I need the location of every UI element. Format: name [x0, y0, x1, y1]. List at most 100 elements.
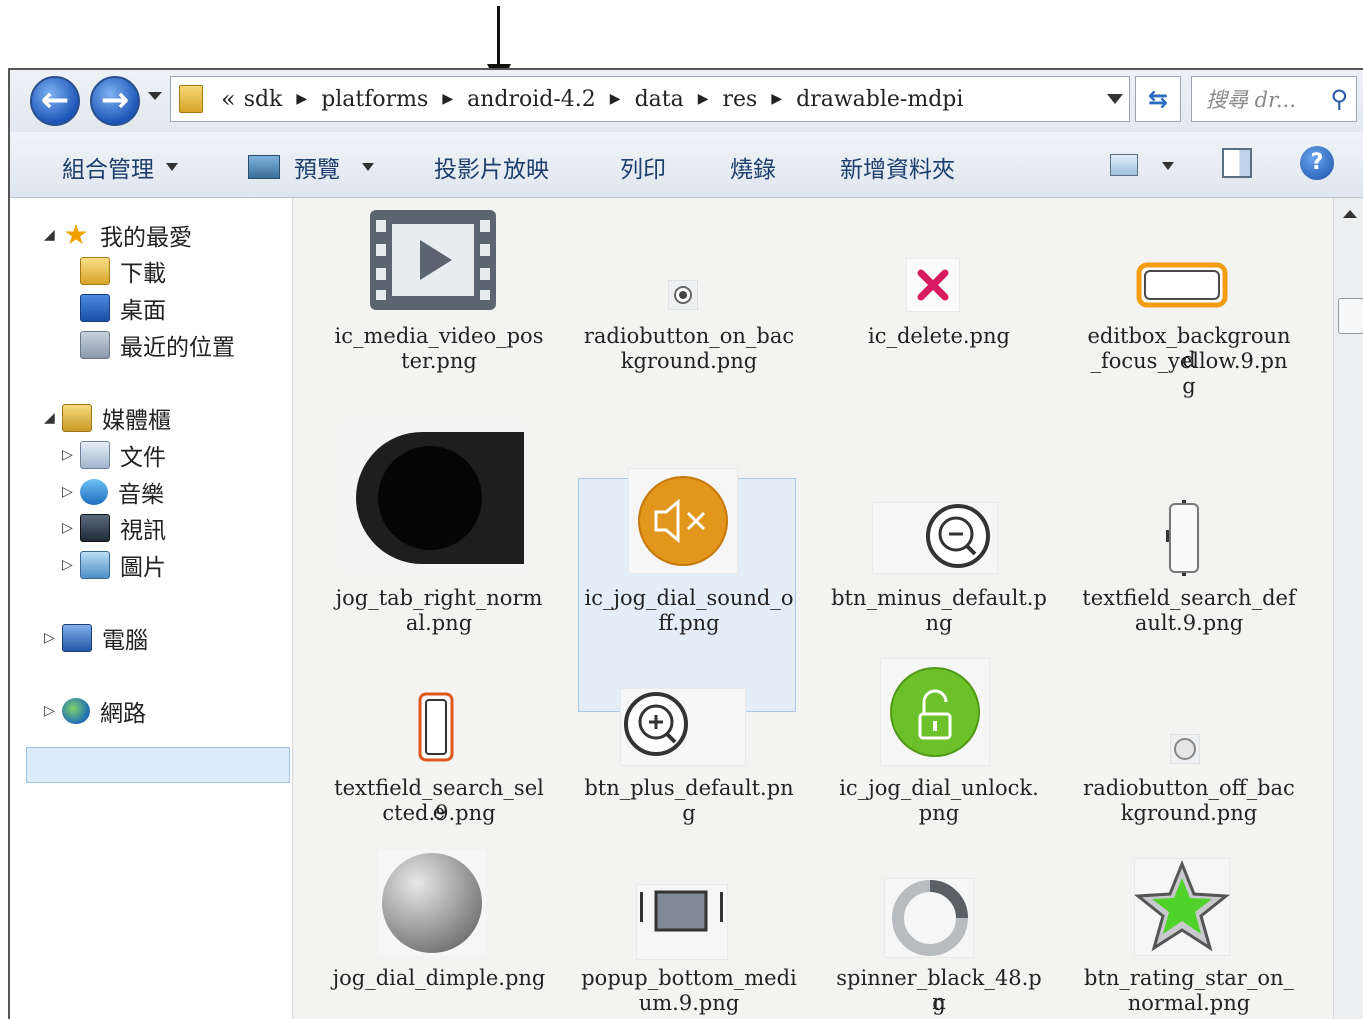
- collapsed-triangle-icon[interactable]: ▷: [44, 630, 62, 646]
- refresh-button[interactable]: ⇆: [1135, 76, 1181, 122]
- textfield-search-default-icon[interactable]: [1166, 500, 1202, 576]
- search-box[interactable]: 搜尋 dr... ⚲: [1191, 76, 1357, 122]
- scroll-up-icon[interactable]: [1343, 210, 1357, 218]
- collapsed-triangle-icon[interactable]: ▷: [62, 447, 80, 463]
- video-poster-icon[interactable]: [370, 210, 496, 310]
- preview-button[interactable]: 預覽: [248, 150, 374, 184]
- jog-dial-unlock-icon[interactable]: [880, 658, 990, 766]
- file-name-label: al.png: [405, 611, 473, 635]
- collapsed-triangle-icon[interactable]: ▷: [44, 703, 62, 719]
- nav-videos[interactable]: ▷ 視訊: [62, 511, 166, 545]
- organize-label: 組合管理: [62, 157, 154, 183]
- recent-pages-dropdown[interactable]: [148, 92, 162, 100]
- command-bar: 組合管理 預覽 投影片放映 列印 燒錄 新增資料夾 ?: [10, 132, 1363, 198]
- nav-downloads[interactable]: 下載: [80, 254, 166, 288]
- nav-favorites-label: 我的最愛: [100, 225, 192, 251]
- jog-dial-sound-off-icon[interactable]: [628, 468, 738, 574]
- collapsed-triangle-icon[interactable]: ▷: [62, 484, 80, 500]
- breadcrumb-data[interactable]: data: [635, 87, 684, 112]
- change-view-icon[interactable]: [1110, 154, 1138, 176]
- breadcrumb-drawable-mdpi[interactable]: drawable-mdpi: [796, 87, 963, 112]
- editbox-focus-yellow-icon[interactable]: [1136, 262, 1228, 308]
- breadcrumb-platforms[interactable]: platforms: [321, 87, 428, 112]
- plus-zoom-icon[interactable]: [620, 688, 746, 766]
- jog-dial-dimple-icon[interactable]: [378, 850, 486, 956]
- search-icon[interactable]: ⚲: [1330, 85, 1348, 113]
- collapsed-triangle-icon[interactable]: ▷: [62, 557, 80, 573]
- recent-places-icon: [80, 331, 110, 359]
- file-name-label: kground.png: [620, 349, 758, 373]
- search-placeholder: 搜尋 dr...: [1206, 88, 1296, 112]
- annotation-arrow-line: [497, 6, 500, 68]
- radiobutton-off-icon[interactable]: [1170, 734, 1200, 764]
- file-name-label: ff.png: [658, 611, 720, 635]
- file-name-label: cted.9.png: [382, 801, 496, 825]
- textfield-search-selected-icon[interactable]: [414, 688, 458, 766]
- nav-network[interactable]: ▷ 網路: [44, 694, 146, 728]
- back-button[interactable]: ←: [30, 76, 80, 126]
- file-name-label: kground.png: [1120, 801, 1258, 825]
- chevron-down-icon[interactable]: [362, 163, 374, 171]
- nav-desktop[interactable]: 桌面: [80, 291, 166, 325]
- rating-star-on-icon[interactable]: [1134, 858, 1230, 956]
- burn-button[interactable]: 燒錄: [730, 150, 776, 184]
- breadcrumb-overflow[interactable]: «: [221, 85, 236, 113]
- file-name-label: ic_jog_dial_sound_o: [584, 586, 794, 610]
- address-history-dropdown-icon[interactable]: [1107, 94, 1123, 104]
- nav-documents[interactable]: ▷ 文件: [62, 438, 166, 472]
- nav-recent-places[interactable]: 最近的位置: [80, 328, 235, 362]
- libraries-icon: [62, 404, 92, 432]
- breadcrumb-separator-icon[interactable]: ▶: [698, 91, 709, 107]
- file-name-label: radiobutton_off_bac: [1083, 776, 1295, 800]
- file-name-label: popup_bottom_medi: [581, 966, 797, 990]
- breadcrumb-android[interactable]: android-4.2: [467, 87, 596, 112]
- nav-libraries[interactable]: ◢ 媒體櫃: [44, 401, 171, 435]
- pictures-icon: [80, 551, 110, 579]
- minus-zoom-icon[interactable]: [872, 502, 998, 574]
- file-name-label: _focus_yellow.9.pn: [1090, 349, 1288, 373]
- file-name-label: g: [932, 991, 946, 1015]
- nav-pictures[interactable]: ▷ 圖片: [62, 548, 166, 582]
- forward-button[interactable]: →: [90, 76, 140, 126]
- jog-tab-right-normal-icon[interactable]: [342, 422, 524, 572]
- help-icon[interactable]: ?: [1300, 146, 1334, 180]
- address-input[interactable]: « sdk ▶ platforms ▶ android-4.2 ▶ data ▶…: [170, 76, 1130, 122]
- preview-pane-icon[interactable]: [1222, 148, 1252, 178]
- preview-label: 預覽: [294, 157, 340, 183]
- breadcrumb-res[interactable]: res: [723, 87, 758, 112]
- nav-computer[interactable]: ▷ 電腦: [44, 621, 148, 655]
- breadcrumb-sdk[interactable]: sdk: [244, 87, 283, 112]
- slideshow-button[interactable]: 投影片放映: [434, 150, 549, 184]
- delete-icon[interactable]: [906, 258, 960, 312]
- nav-music[interactable]: ▷ 音樂: [62, 475, 164, 509]
- breadcrumb-separator-icon[interactable]: ▶: [442, 91, 453, 107]
- organize-button[interactable]: 組合管理: [62, 150, 178, 184]
- breadcrumb-separator-icon[interactable]: ▶: [771, 91, 782, 107]
- expand-triangle-icon[interactable]: ◢: [44, 227, 62, 243]
- file-name-label: g: [1182, 374, 1196, 398]
- nav-documents-label: 文件: [120, 445, 166, 471]
- popup-bottom-medium-icon[interactable]: [636, 884, 728, 960]
- selected-nav-highlight: [26, 747, 290, 783]
- nav-favorites[interactable]: ◢ ★ 我的最愛: [44, 218, 192, 252]
- preview-icon: [248, 155, 280, 179]
- expand-triangle-icon[interactable]: ◢: [44, 410, 62, 426]
- nav-downloads-label: 下載: [120, 261, 166, 287]
- vertical-scrollbar[interactable]: [1333, 198, 1363, 1019]
- network-icon: [62, 698, 90, 724]
- view-options-dropdown-icon[interactable]: [1162, 162, 1174, 170]
- radiobutton-on-icon[interactable]: [668, 280, 698, 310]
- breadcrumb-separator-icon[interactable]: ▶: [296, 91, 307, 107]
- file-name-label: textfield_search_def: [1082, 586, 1296, 610]
- nav-recent-label: 最近的位置: [120, 335, 235, 361]
- print-button[interactable]: 列印: [620, 150, 666, 184]
- file-name-label: ter.png: [401, 349, 477, 373]
- new-folder-button[interactable]: 新增資料夾: [840, 150, 955, 184]
- collapsed-triangle-icon[interactable]: ▷: [62, 520, 80, 536]
- scrollbar-thumb[interactable]: [1338, 298, 1363, 334]
- breadcrumb-separator-icon[interactable]: ▶: [610, 91, 621, 107]
- file-name-label: um.9.png: [638, 991, 740, 1015]
- computer-icon: [62, 624, 92, 652]
- spinner-icon[interactable]: [884, 878, 974, 958]
- file-name-label: ic_delete.png: [868, 324, 1010, 348]
